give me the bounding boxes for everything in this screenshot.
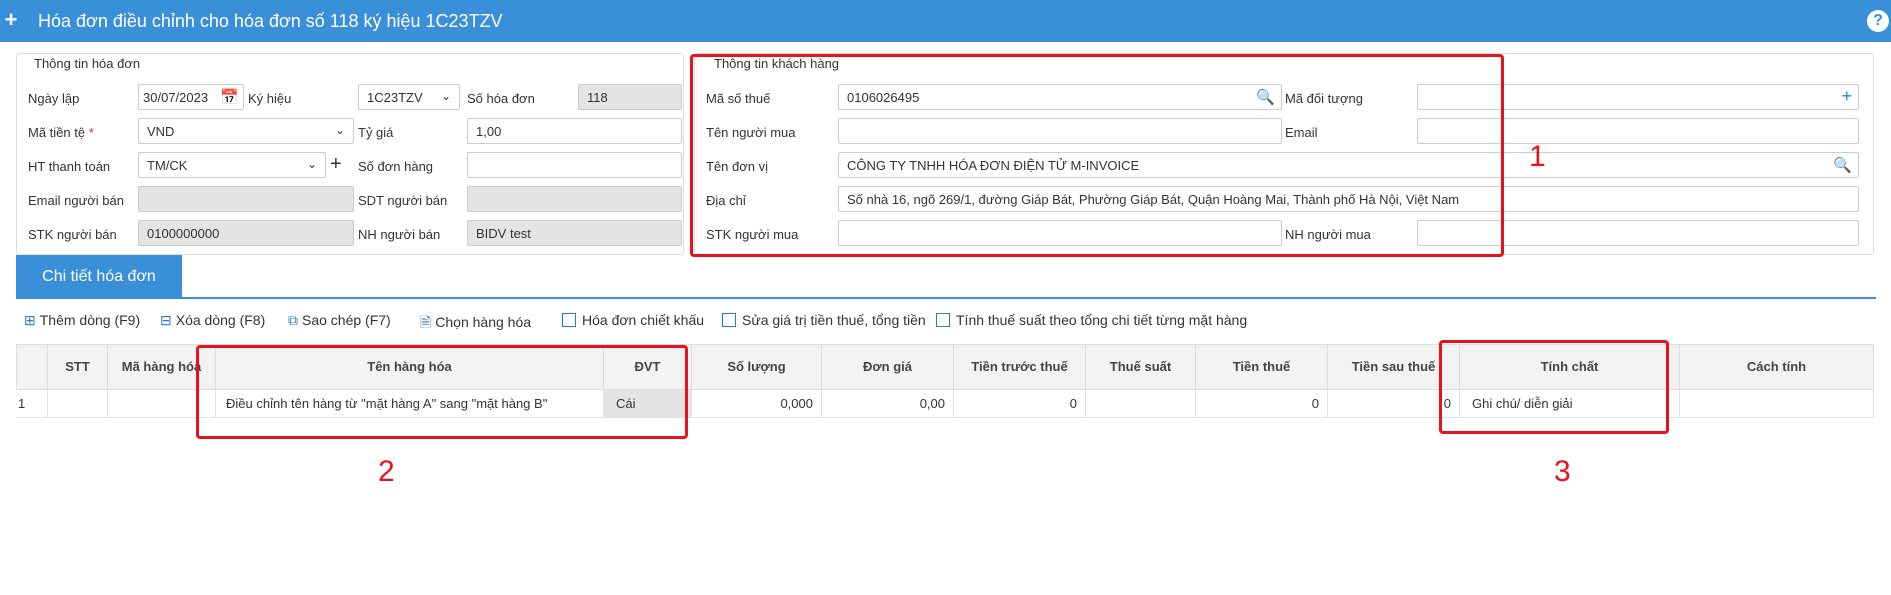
chevron-down-icon: ⌄ xyxy=(334,123,345,137)
tab-chi-tiet-hoa-don[interactable]: Chi tiết hóa đơn xyxy=(16,255,182,299)
checkbox-icon xyxy=(936,313,950,327)
grid-header-tien-truoc-thue[interactable]: Tiền trước thuế xyxy=(954,344,1086,390)
ngay-lap-label: Ngày lập xyxy=(28,91,80,106)
edit-tax-total-checkbox[interactable]: Sửa giá trị tiền thuế, tổng tiền xyxy=(722,312,926,328)
ht-thanh-toan-select[interactable]: TM/CK ⌄ xyxy=(138,152,326,178)
delete-row-button[interactable]: ⊟ Xóa dòng (F8) xyxy=(160,312,265,329)
ma-tien-te-select[interactable]: VND ⌄ xyxy=(138,118,354,144)
title-bar: + Hóa đơn điều chỉnh cho hóa đơn số 118 … xyxy=(0,0,1891,42)
grid-header-cach-tinh[interactable]: Cách tính xyxy=(1680,344,1874,390)
plus-icon[interactable]: + xyxy=(0,0,22,42)
copy-button[interactable]: ⧉ Sao chép (F7) xyxy=(288,312,391,329)
document-icon: 🗎 xyxy=(420,314,432,330)
grid-header-so-luong[interactable]: Số lượng xyxy=(692,344,822,390)
nh-nguoi-ban-label: NH người bán xyxy=(358,227,441,242)
cell-cach-tinh[interactable] xyxy=(1680,390,1874,418)
ty-gia-label: Tỷ giá xyxy=(358,125,394,140)
cell-stt[interactable] xyxy=(48,390,108,418)
chevron-down-icon: ⌄ xyxy=(440,89,451,103)
nh-nguoi-ban-input[interactable]: BIDV test xyxy=(467,220,682,246)
stk-nguoi-ban-input[interactable]: 0100000000 xyxy=(138,220,354,246)
grid-header-don-gia[interactable]: Đơn giá xyxy=(822,344,954,390)
cell-tien-thue[interactable]: 0 xyxy=(1196,390,1328,418)
grid-header-stt[interactable]: STT xyxy=(48,344,108,390)
annotation-number-2: 2 xyxy=(378,455,395,488)
copy-icon: ⧉ xyxy=(288,312,298,328)
highlight-box-customer xyxy=(690,54,1504,257)
help-icon[interactable]: ? xyxy=(1867,10,1889,32)
chevron-down-icon: ⌄ xyxy=(306,157,317,171)
add-payment-icon[interactable]: + xyxy=(330,153,342,176)
stk-nguoi-ban-label: STK người bán xyxy=(28,227,117,242)
cell-tien-truoc-thue[interactable]: 0 xyxy=(954,390,1086,418)
ty-gia-input[interactable]: 1,00 xyxy=(467,118,682,144)
highlight-box-nature xyxy=(1439,340,1669,434)
so-don-hang-label: Số đơn hàng xyxy=(358,159,434,174)
row-index[interactable]: 1 xyxy=(16,390,48,418)
invoice-info-legend: Thông tin hóa đơn xyxy=(30,56,145,71)
so-hoa-don-label: Số hóa đơn xyxy=(467,91,535,106)
grid-header-tien-thue[interactable]: Tiền thuế xyxy=(1196,344,1328,390)
grid-header-thue-suat[interactable]: Thuế suất xyxy=(1086,344,1196,390)
minus-square-icon: ⊟ xyxy=(160,312,172,328)
ht-thanh-toan-label: HT thanh toán xyxy=(28,159,111,174)
plus-icon[interactable]: + xyxy=(1841,86,1852,107)
calc-tax-rate-checkbox[interactable]: Tính thuế suất theo tổng chi tiết từng m… xyxy=(936,312,1247,328)
cell-don-gia[interactable]: 0,00 xyxy=(822,390,954,418)
checkbox-icon xyxy=(562,313,576,327)
so-don-hang-input[interactable] xyxy=(467,152,682,178)
calendar-icon[interactable]: 📅 xyxy=(220,88,239,106)
email-nguoi-ban-input[interactable] xyxy=(138,186,354,212)
search-icon[interactable]: 🔍 xyxy=(1833,156,1852,174)
page-title: Hóa đơn điều chỉnh cho hóa đơn số 118 ký… xyxy=(38,11,503,31)
sdt-nguoi-ban-input[interactable] xyxy=(467,186,682,212)
annotation-number-3: 3 xyxy=(1554,455,1571,488)
email-nguoi-ban-label: Email người bán xyxy=(28,193,124,208)
choose-goods-button[interactable]: 🗎 Chọn hàng hóa xyxy=(420,312,531,336)
highlight-box-goods xyxy=(196,345,688,439)
cell-thue-suat[interactable] xyxy=(1086,390,1196,418)
ky-hieu-select[interactable]: 1C23TZV ⌄ xyxy=(358,84,460,110)
add-row-button[interactable]: ⊞ Thêm dòng (F9) xyxy=(24,312,140,329)
ma-tien-te-label: Mã tiền tệ * xyxy=(28,125,94,140)
annotation-number-1: 1 xyxy=(1529,140,1546,173)
ngay-lap-input[interactable]: 30/07/2023 📅 xyxy=(138,84,244,110)
grid-header-blank xyxy=(16,344,48,390)
detail-tab-bar: Chi tiết hóa đơn xyxy=(16,255,1876,299)
required-marker: * xyxy=(88,125,94,140)
add-square-icon: ⊞ xyxy=(24,312,36,328)
checkbox-icon xyxy=(722,313,736,327)
ky-hieu-label: Ký hiệu xyxy=(248,91,292,106)
cell-so-luong[interactable]: 0,000 xyxy=(692,390,822,418)
discount-invoice-checkbox[interactable]: Hóa đơn chiết khấu xyxy=(562,312,704,328)
so-hoa-don-input[interactable]: 118 xyxy=(578,84,682,110)
sdt-nguoi-ban-label: SDT người bán xyxy=(358,193,448,208)
